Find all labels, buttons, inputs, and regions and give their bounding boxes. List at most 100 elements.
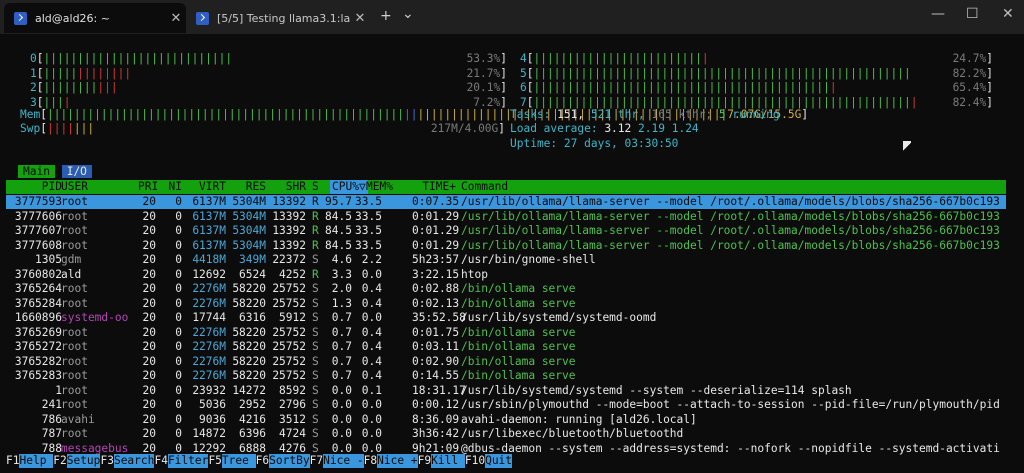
cell-shr: 2796 (279, 398, 306, 411)
cell-s: S (312, 253, 319, 266)
column-header-pid[interactable]: PID (6, 180, 62, 194)
fkey-label-nice[interactable]: Nice + (377, 454, 418, 468)
table-row[interactable]: 3765283 root 20 0 2276M 58220 25752 S 0.7 0.4 0:14… (6, 369, 1006, 383)
table-row[interactable]: 787 root 20 0 14872 6396 4724 S 0.0 0.0 3h36:42/us… (6, 427, 1006, 441)
fkey-label-tree[interactable]: Tree (221, 454, 256, 468)
cell-time: 0:03.11 (412, 340, 460, 353)
fkey-f10: F10 (464, 454, 486, 467)
cell-cpu: 95.7 (325, 195, 352, 208)
column-header-mem[interactable]: MEM% (366, 180, 393, 194)
cell-s: S (312, 311, 319, 324)
cell-shr: 25752 (272, 340, 306, 353)
fkey-label-sortby[interactable]: SortBy (269, 454, 310, 468)
cell-user: root (61, 325, 88, 339)
table-row[interactable]: 3777608 root 20 0 6137M 5304M 13392 R 84.5 33.5 0:… (6, 239, 1006, 253)
cell-s: S (312, 383, 319, 397)
minimize-button[interactable]: — (931, 6, 945, 22)
column-header-shr[interactable]: SHR (272, 180, 306, 194)
cell-pid: 3760802 (14, 267, 62, 281)
table-row[interactable]: 3765264 root 20 0 2276M 58220 25752 S 2.0 0.4 0:02… (6, 282, 1006, 296)
cell-res: 58220 (232, 282, 266, 295)
cell-res: 5304M (232, 238, 266, 252)
cell-cpu: 0.7 (331, 311, 352, 324)
table-row[interactable]: 3765282 root 20 0 2276M 58220 25752 S 0.7 0.4 0:02… (6, 355, 1006, 369)
column-header-s[interactable]: S (312, 180, 319, 194)
tab-ald-home[interactable]: ald@ald26: ~ ✕ (4, 3, 186, 33)
cell-time: 35:52.58 (412, 311, 466, 324)
table-row[interactable]: 241 root 20 0 5036 2952 2796 S 0.0 0.0 0:00.12/usr… (6, 398, 1006, 412)
cell-cpu: 4.6 (331, 253, 352, 266)
tab-label: ald@ald26: ~ (35, 11, 110, 25)
cpu-percent: 82.2% (952, 66, 987, 80)
tab-testing-llama[interactable]: [5/5] Testing llama3.1:latest... ✕ (186, 3, 370, 33)
cell-cmd: /usr/libexec/bluetooth/bluetoothd (461, 427, 684, 440)
table-row[interactable]: 786 avahi 20 0 9036 4216 3512 S 0.0 0.0 8:36.09 ava… (6, 413, 1006, 427)
table-row[interactable]: 3760802 ald 20 0 12692 6524 4252 R 3.3 0.0 3:22.15… (6, 268, 1006, 282)
cell-time: 3h36:42 (412, 427, 460, 440)
cell-pid: 3765283 (14, 369, 62, 382)
cpu-meter-5: 5[||||||||||||||||||||||||||||||||||||||… (520, 66, 993, 80)
close-window-button[interactable]: ✕ (1002, 6, 1014, 22)
cell-time: 0:14.55 (412, 369, 460, 382)
column-header-command[interactable]: Command (461, 180, 508, 194)
fkey-label-quit[interactable]: Quit (485, 454, 513, 468)
fkey-label-filter[interactable]: Filter (167, 454, 209, 468)
new-tab-button[interactable]: + (380, 8, 392, 24)
cell-pid: 3777607 (14, 224, 62, 237)
cell-pri: 20 (142, 325, 156, 339)
cell-user: root (61, 238, 88, 252)
powershell-icon (196, 11, 209, 25)
cell-pid: 1660896 (14, 311, 62, 324)
column-header-user[interactable]: USER (61, 180, 88, 194)
table-row[interactable]: 3777593 root 20 0 6137M 5304M 13392 R 95.7 33.5 0:… (6, 195, 1006, 209)
cell-pri: 20 (142, 253, 156, 266)
cell-pri: 20 (142, 383, 156, 397)
column-header-pri[interactable]: PRI (138, 180, 158, 194)
table-row[interactable]: 3777607 root 20 0 6137M 5304M 13392 R 84.5 33.5 0:… (6, 224, 1006, 238)
fkey-label-search[interactable]: Search (113, 454, 155, 468)
cell-mem: 0.0 (361, 412, 382, 426)
fkey-label-setup[interactable]: Setup (66, 454, 101, 468)
tab-label: [5/5] Testing llama3.1:latest... (217, 11, 350, 25)
tab-io[interactable]: I/O (61, 165, 92, 178)
column-header-time[interactable]: TIME+ (412, 180, 456, 194)
close-icon[interactable]: ✕ (166, 11, 186, 26)
table-row[interactable]: 3765284 root 20 0 2276M 58220 25752 S 1.3 0.4 0:02… (6, 297, 1006, 311)
column-header-ni[interactable]: NI (164, 180, 182, 194)
cell-user: ald (61, 267, 82, 281)
cpu-meter-4: 4[|||||||||||||||||||||||||| 24.7%] (520, 52, 993, 65)
column-header-cpu[interactable]: CPU%▽ (330, 180, 368, 194)
tab-main[interactable]: Main (18, 165, 55, 178)
cell-pid: 1 (55, 383, 62, 397)
table-row[interactable]: 3777606 root 20 0 6137M 5304M 13392 R 84.5 33.5 0:… (6, 210, 1006, 224)
powershell-icon (14, 11, 27, 25)
column-header-res[interactable]: RES (232, 180, 266, 194)
swap-meter: Swp[||||||| 217M/4.00G] (20, 122, 506, 135)
cell-pri: 20 (142, 238, 156, 252)
fkey-f4: F4 (154, 454, 168, 467)
cell-res: 6316 (239, 311, 266, 324)
column-header-virt[interactable]: VIRT (192, 180, 226, 194)
tab-dropdown-button[interactable]: ⌄ (402, 6, 414, 22)
cell-s: R (312, 238, 319, 252)
cell-ni: 0 (175, 195, 182, 208)
maximize-button[interactable]: ☐ (966, 6, 979, 22)
cell-shr: 5912 (279, 311, 306, 324)
cell-s: S (312, 354, 319, 368)
table-row[interactable]: 3765272 root 20 0 2276M 58220 25752 S 0.7 0.4 0:03… (6, 340, 1006, 354)
cell-mem: 0.1 (361, 383, 382, 397)
cell-pid: 3765284 (14, 296, 62, 310)
fkey-label-help[interactable]: Help (19, 454, 54, 468)
table-row[interactable]: 3765269 root 20 0 2276M 58220 25752 S 0.7 0.4 0:01… (6, 326, 1006, 340)
table-row[interactable]: 1305 gdm 20 0 4418M 349M 22372 S 4.6 2.2 5h23:57/u… (6, 253, 1006, 267)
close-icon[interactable]: ✕ (350, 11, 370, 26)
table-row[interactable]: 1 root 20 0 23932 14272 8592 S 0.0 0.1 18:31.17/us… (6, 384, 1006, 398)
fkey-label-nice[interactable]: Nice - (323, 454, 364, 468)
cell-user: root (61, 383, 88, 397)
table-row[interactable]: 1660896 systemd-oo 20 0 17744 6316 5912 S 0.7 0.0… (6, 311, 1006, 325)
fkey-f8: F8 (363, 454, 378, 467)
cell-ni: 0 (175, 340, 182, 353)
cell-cpu: 0.0 (331, 412, 352, 426)
fkey-label-kill[interactable]: Kill (431, 454, 465, 468)
cell-virt: 12692 (192, 267, 226, 281)
